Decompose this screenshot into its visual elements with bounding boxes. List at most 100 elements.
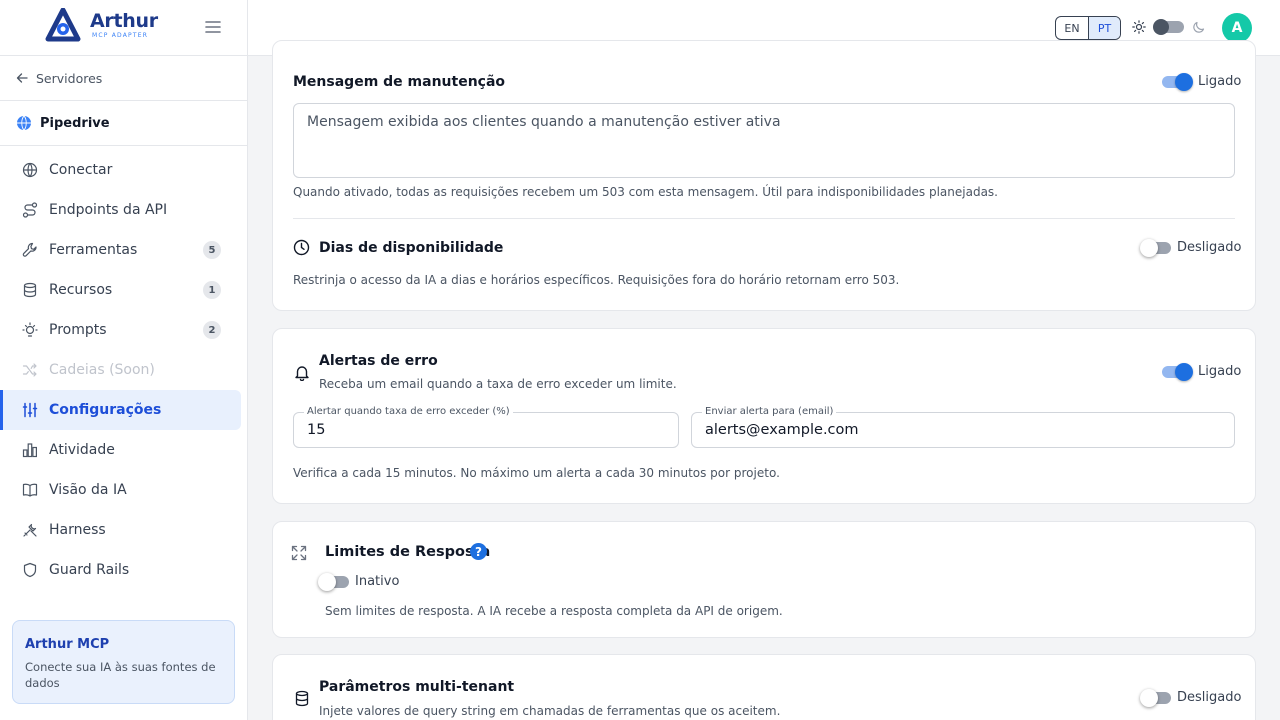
back-to-servers-link[interactable]: Servidores bbox=[0, 56, 247, 101]
field-value: alerts@example.com bbox=[705, 422, 859, 438]
theme-switcher bbox=[1132, 19, 1206, 35]
sidebar-item-ferramentas[interactable]: Ferramentas 5 bbox=[0, 230, 241, 270]
project-header: Pipedrive bbox=[0, 101, 247, 146]
sidebar-item-label: Prompts bbox=[49, 322, 107, 338]
sun-icon bbox=[1132, 20, 1146, 34]
limits-title: Limites de Resposta bbox=[325, 544, 491, 560]
availability-toggle[interactable]: Desligado bbox=[1140, 238, 1242, 257]
user-avatar[interactable]: A bbox=[1222, 13, 1252, 43]
toggle-switch bbox=[1162, 72, 1193, 91]
error-alerts-card: Alertas de erro Receba um email quando a… bbox=[272, 328, 1256, 504]
promo-card[interactable]: Arthur MCP Conecte sua IA às suas fontes… bbox=[12, 620, 235, 704]
toggle-switch bbox=[1140, 238, 1171, 257]
multitenant-title: Parâmetros multi-tenant bbox=[319, 679, 515, 695]
globe-icon bbox=[22, 162, 38, 178]
maintenance-toggle[interactable]: Ligado bbox=[1162, 72, 1241, 91]
sidebar-item-visao-da-ia[interactable]: Visão da IA bbox=[0, 470, 241, 510]
lang-en-button[interactable]: EN bbox=[1056, 17, 1088, 39]
lang-pt-button[interactable]: PT bbox=[1088, 17, 1120, 39]
logo-row: Arthur MCP ADAPTER bbox=[0, 0, 247, 56]
sidebar-item-label: Endpoints da API bbox=[49, 202, 168, 218]
shuffle-icon bbox=[22, 363, 37, 377]
alert-email-input[interactable]: Enviar alerta para (email) alerts@exampl… bbox=[691, 406, 1235, 448]
sidebar-item-conectar[interactable]: Conectar bbox=[0, 150, 241, 190]
maintenance-hint: Quando ativado, todas as requisições rec… bbox=[293, 185, 998, 199]
alerts-title: Alertas de erro bbox=[319, 353, 438, 369]
maintenance-message-textarea[interactable]: Mensagem exibida aos clientes quando a m… bbox=[293, 103, 1235, 178]
arthur-logo-icon bbox=[45, 8, 81, 42]
sidebar-item-harness[interactable]: Harness bbox=[0, 510, 241, 550]
sidebar-item-label: Guard Rails bbox=[49, 562, 130, 578]
multitenant-subtitle: Injete valores de query string em chamad… bbox=[319, 704, 781, 718]
sidebar-item-label: Ferramentas bbox=[49, 242, 138, 258]
shield-icon bbox=[23, 562, 37, 578]
field-value: 15 bbox=[307, 422, 326, 438]
bar-chart-icon bbox=[22, 443, 37, 458]
database-icon bbox=[23, 282, 37, 298]
route-icon bbox=[22, 202, 38, 218]
sidebar-item-guard-rails[interactable]: Guard Rails bbox=[0, 550, 241, 590]
bell-icon bbox=[295, 366, 309, 381]
help-icon[interactable]: ? bbox=[470, 543, 487, 560]
limits-toggle[interactable]: Inativo bbox=[318, 572, 400, 591]
sidebar-item-atividade[interactable]: Atividade bbox=[0, 430, 241, 470]
project-name: Pipedrive bbox=[40, 115, 110, 131]
theme-toggle[interactable] bbox=[1153, 19, 1184, 35]
sidebar-item-label: Visão da IA bbox=[49, 482, 127, 498]
sidebar-item-recursos[interactable]: Recursos 1 bbox=[0, 270, 241, 310]
brand-logo[interactable]: Arthur MCP ADAPTER bbox=[44, 8, 158, 42]
menu-toggle-button[interactable] bbox=[205, 20, 221, 34]
sliders-icon bbox=[22, 402, 38, 418]
toggle-label: Inativo bbox=[355, 574, 400, 589]
back-label: Servidores bbox=[36, 70, 103, 86]
sidebar-item-endpoints[interactable]: Endpoints da API bbox=[0, 190, 241, 230]
response-limits-card: Limites de Resposta ? Inativo Sem limite… bbox=[272, 521, 1256, 638]
error-threshold-input[interactable]: Alertar quando taxa de erro exceder (%) … bbox=[293, 406, 679, 448]
field-label: Enviar alerta para (email) bbox=[702, 406, 837, 418]
toggle-label: Desligado bbox=[1177, 240, 1242, 255]
promo-text: Conecte sua IA às suas fontes de dados bbox=[25, 660, 216, 690]
sidebar-item-prompts[interactable]: Prompts 2 bbox=[0, 310, 241, 350]
divider bbox=[293, 218, 1235, 219]
availability-desc: Restrinja o acesso da IA a dias e horári… bbox=[293, 273, 900, 287]
count-badge: 1 bbox=[203, 281, 221, 299]
availability-title: Dias de disponibilidade bbox=[319, 240, 504, 256]
moon-icon bbox=[1193, 21, 1205, 33]
sidebar-item-label: Configurações bbox=[49, 402, 162, 418]
count-badge: 2 bbox=[203, 321, 221, 339]
hamburger-icon bbox=[205, 21, 221, 33]
sidebar-item-cadeias: Cadeias (Soon) bbox=[0, 350, 241, 390]
sidebar-item-configuracoes[interactable]: Configurações bbox=[0, 390, 241, 430]
promo-title: Arthur MCP bbox=[25, 637, 110, 652]
count-badge: 5 bbox=[203, 241, 221, 259]
brand-name: Arthur bbox=[90, 9, 158, 32]
alerts-subtitle: Receba um email quando a taxa de erro ex… bbox=[319, 377, 677, 391]
multitenant-toggle[interactable]: Desligado bbox=[1140, 688, 1242, 707]
sidebar-nav: Conectar Endpoints da API Ferramentas 5 … bbox=[0, 146, 247, 590]
alerts-note: Verifica a cada 15 minutos. No máximo um… bbox=[293, 466, 780, 480]
field-label: Alertar quando taxa de erro exceder (%) bbox=[304, 406, 513, 418]
language-switcher: EN PT bbox=[1055, 16, 1121, 40]
limits-desc: Sem limites de resposta. A IA recebe a r… bbox=[325, 604, 783, 618]
expand-icon bbox=[291, 545, 307, 561]
maintenance-title: Mensagem de manutenção bbox=[293, 74, 506, 90]
toggle-switch bbox=[318, 572, 349, 591]
sidebar-item-label: Recursos bbox=[49, 282, 113, 298]
sidebar-item-label: Cadeias (Soon) bbox=[49, 362, 155, 378]
maintenance-card: Mensagem de manutenção Ligado Mensagem e… bbox=[272, 40, 1256, 311]
lightbulb-icon bbox=[22, 322, 38, 337]
arrow-left-icon bbox=[16, 73, 28, 83]
database-icon bbox=[295, 690, 309, 707]
brand-subtitle: MCP ADAPTER bbox=[92, 31, 149, 39]
book-icon bbox=[22, 483, 38, 497]
sidebar-item-label: Atividade bbox=[49, 442, 115, 458]
toggle-label: Ligado bbox=[1198, 364, 1242, 379]
sidebar-item-label: Harness bbox=[49, 522, 106, 538]
multitenant-card: Parâmetros multi-tenant Injete valores d… bbox=[272, 654, 1256, 720]
clock-icon bbox=[293, 239, 310, 256]
globe-icon bbox=[17, 115, 31, 131]
toggle-label: Desligado bbox=[1177, 690, 1242, 705]
toggle-switch bbox=[1140, 688, 1171, 707]
alerts-toggle[interactable]: Ligado bbox=[1162, 362, 1242, 381]
sidebar: Arthur MCP ADAPTER Servidores Pipedrive … bbox=[0, 0, 248, 720]
